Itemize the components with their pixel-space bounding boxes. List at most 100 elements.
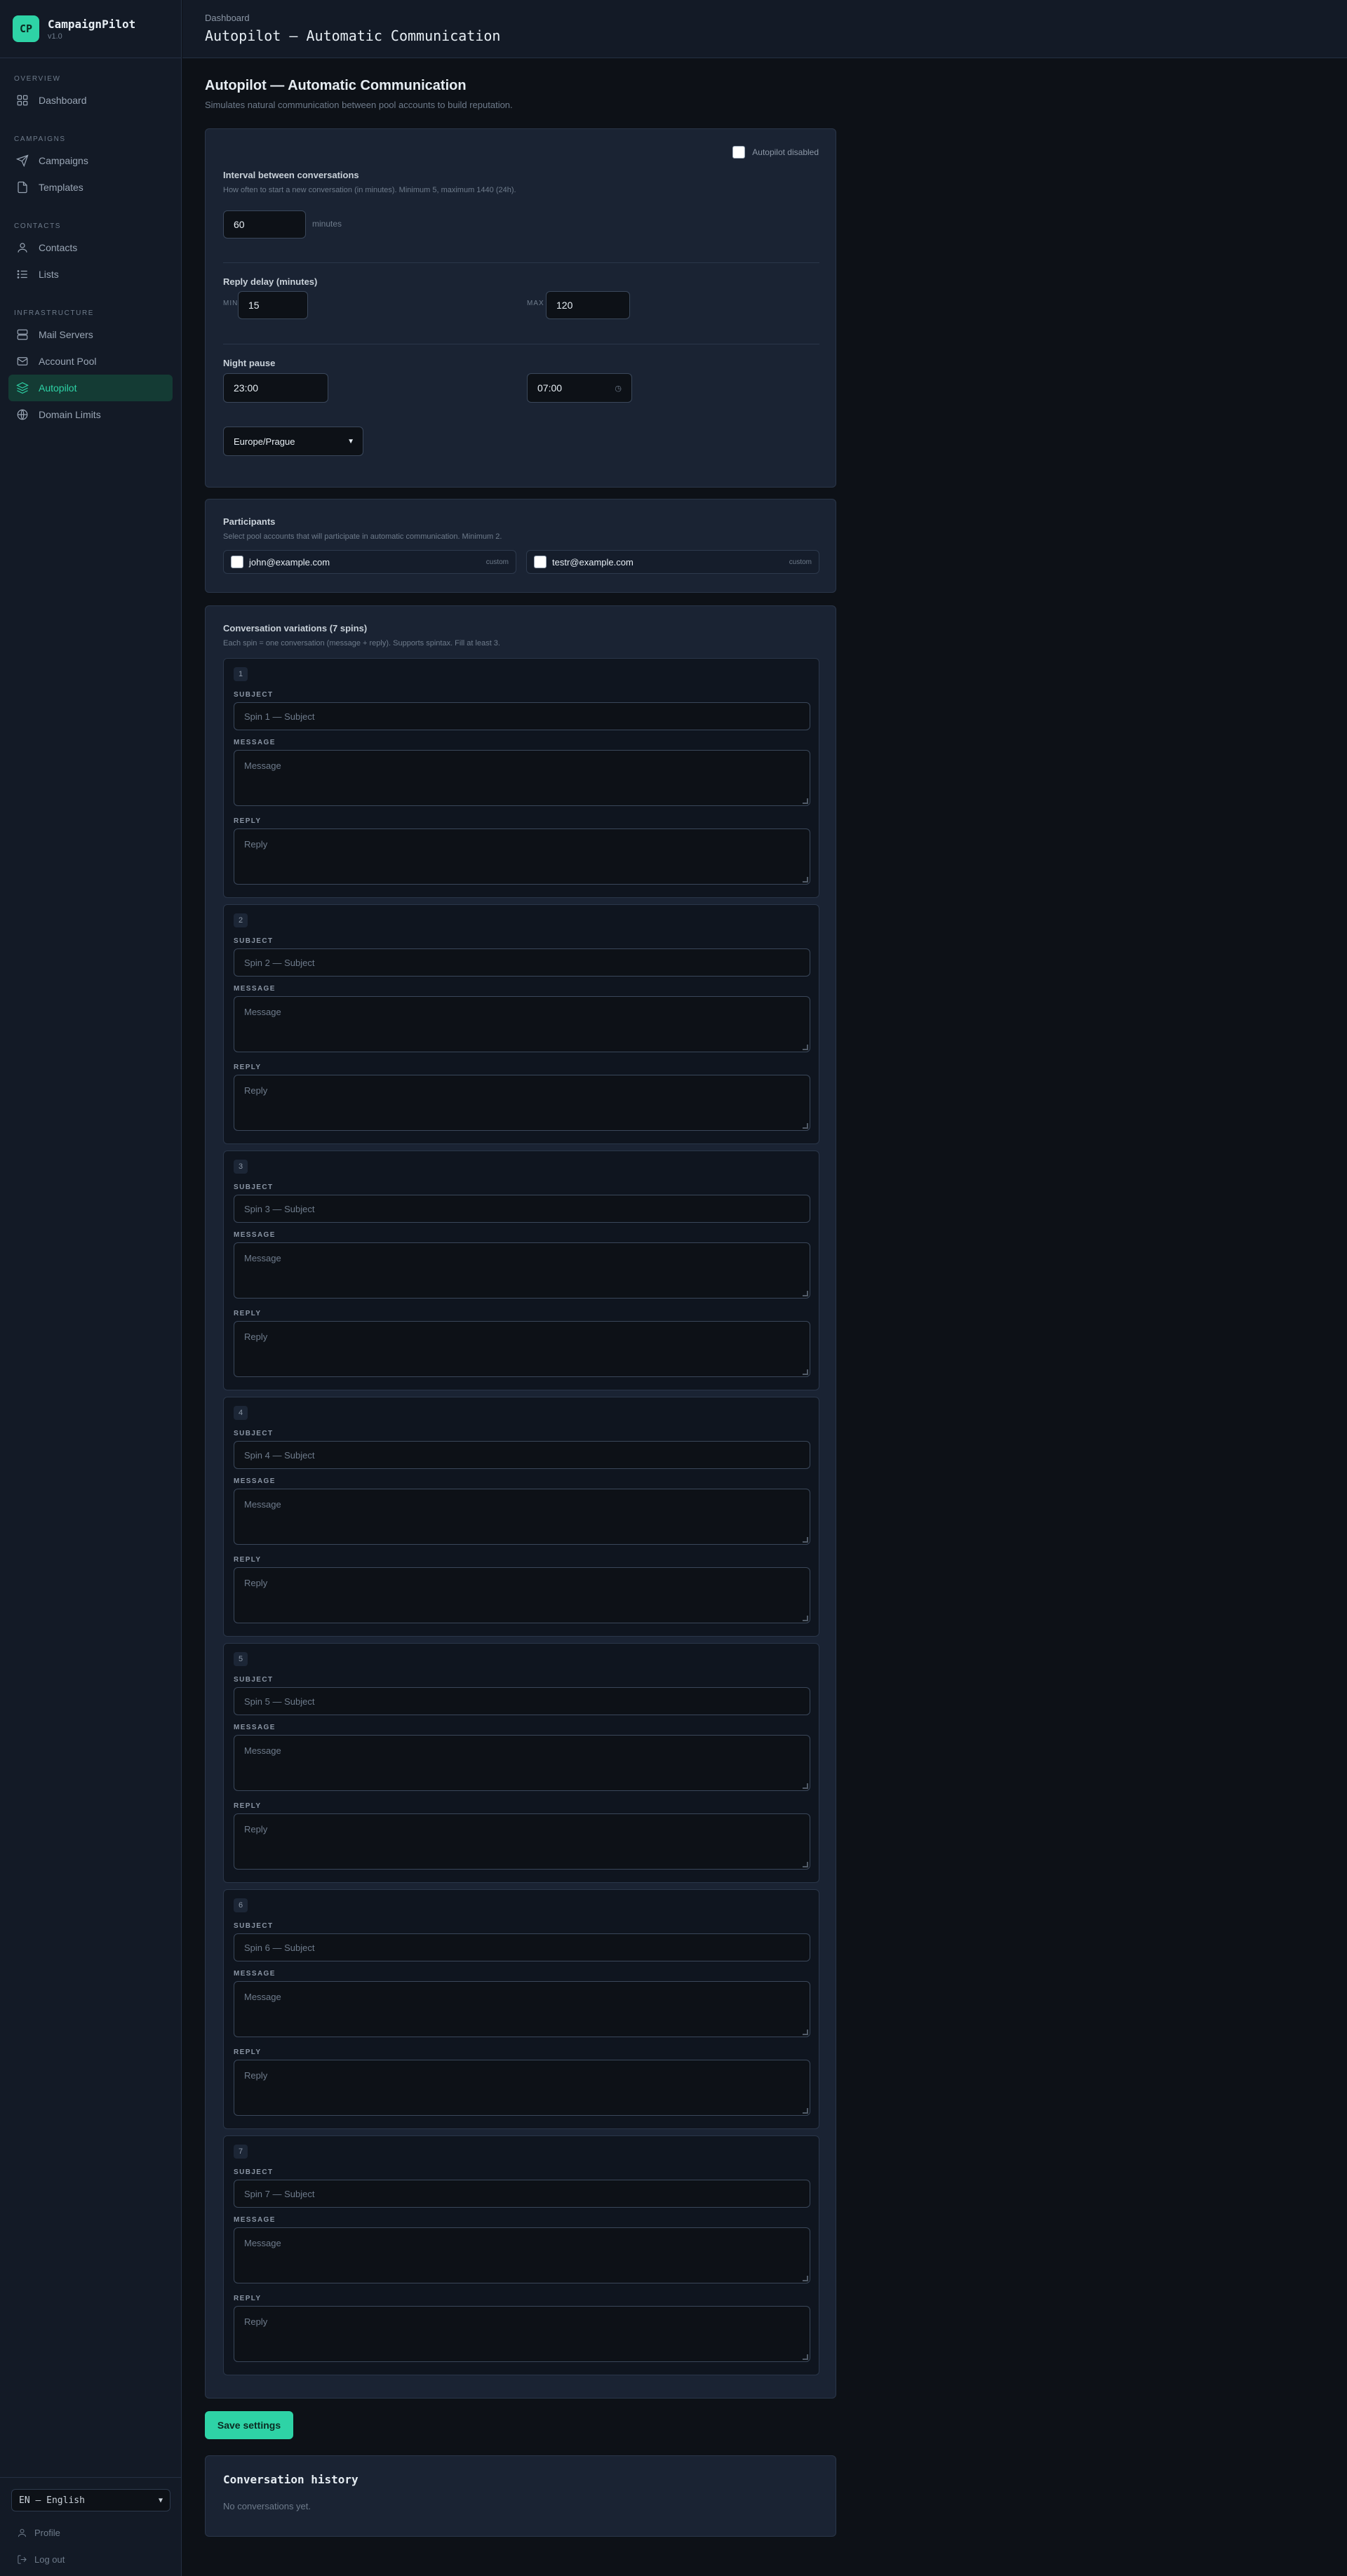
variations-label: Conversation variations (7 spins): [223, 623, 368, 633]
top-bar: Dashboard Autopilot — Automatic Communic…: [182, 0, 1347, 58]
globe-icon: [17, 409, 28, 420]
spin-number: 4: [234, 1406, 248, 1420]
user-icon: [18, 2528, 26, 2537]
resize-handle[interactable]: [803, 1045, 808, 1050]
message-label: MESSAGE: [234, 1724, 276, 1731]
sidebar-item-label: Contacts: [39, 242, 78, 253]
subject-label: SUBJECT: [234, 1183, 274, 1191]
participant-checkbox[interactable]: [534, 556, 547, 568]
resize-handle[interactable]: [803, 1783, 808, 1789]
reply-delay-min-input[interactable]: 15: [238, 291, 308, 319]
save-settings-button[interactable]: Save settings: [205, 2411, 293, 2439]
history-empty: No conversations yet.: [223, 2501, 311, 2511]
participant-row[interactable]: john@example.com custom: [223, 550, 516, 574]
subject-input[interactable]: Spin 1 — Subject: [234, 702, 810, 730]
list-icon: [17, 270, 27, 279]
message-textarea[interactable]: Message: [234, 1242, 810, 1299]
resize-handle[interactable]: [803, 877, 808, 883]
participants-hint: Select pool accounts that will participa…: [223, 532, 502, 541]
sidebar-item-label: Templates: [39, 182, 83, 193]
message-textarea[interactable]: Message: [234, 1489, 810, 1545]
participant-checkbox[interactable]: [231, 556, 243, 568]
reply-label: REPLY: [234, 2295, 262, 2302]
reply-label: REPLY: [234, 1064, 262, 1071]
reply-placeholder: Reply: [244, 2070, 268, 2081]
resize-handle[interactable]: [803, 1369, 808, 1375]
night-pause-start-input[interactable]: 23:00: [223, 373, 328, 403]
subject-input[interactable]: Spin 5 — Subject: [234, 1687, 810, 1715]
sidebar-item-account-pool[interactable]: Account Pool: [8, 348, 173, 375]
resize-handle[interactable]: [803, 2354, 808, 2360]
sidebar-item-mail-servers[interactable]: Mail Servers: [8, 321, 173, 348]
nav-section-overview: Overview: [14, 75, 61, 83]
app-version: v1.0: [48, 32, 62, 41]
message-textarea[interactable]: Message: [234, 996, 810, 1052]
timezone-select[interactable]: Europe/Prague ▼: [223, 427, 363, 456]
sidebar-item-templates[interactable]: Templates: [8, 174, 173, 201]
autopilot-checkbox[interactable]: [732, 146, 746, 159]
sidebar-item-autopilot[interactable]: Autopilot: [8, 375, 173, 401]
sidebar-item-domain-limits[interactable]: Domain Limits: [8, 401, 173, 428]
message-textarea[interactable]: Message: [234, 750, 810, 806]
resize-handle[interactable]: [803, 1862, 808, 1867]
sidebar-item-campaigns[interactable]: Campaigns: [8, 147, 173, 174]
reply-textarea[interactable]: Reply: [234, 1075, 810, 1131]
subject-label: SUBJECT: [234, 1922, 274, 1930]
subject-label: SUBJECT: [234, 2168, 274, 2176]
resize-handle[interactable]: [803, 1291, 808, 1296]
subject-input[interactable]: Spin 6 — Subject: [234, 1933, 810, 1961]
interval-input[interactable]: 60: [223, 210, 306, 239]
participant-tag: custom: [789, 558, 812, 566]
resize-handle[interactable]: [803, 1537, 808, 1543]
message-textarea[interactable]: Message: [234, 1735, 810, 1791]
sidebar-item-dashboard[interactable]: Dashboard: [8, 87, 173, 114]
sidebar: CP CampaignPilot v1.0 Overview Dashboard…: [0, 0, 182, 2576]
reply-textarea[interactable]: Reply: [234, 1321, 810, 1377]
reply-placeholder: Reply: [244, 1824, 268, 1834]
sidebar-item-label: Domain Limits: [39, 409, 101, 420]
resize-handle[interactable]: [803, 2030, 808, 2035]
subject-input[interactable]: Spin 2 — Subject: [234, 948, 810, 977]
night-pause-end-input[interactable]: 07:00 ◷: [527, 373, 632, 403]
reply-delay-max-input[interactable]: 120: [546, 291, 630, 319]
subject-input[interactable]: Spin 3 — Subject: [234, 1195, 810, 1223]
reply-textarea[interactable]: Reply: [234, 829, 810, 885]
participant-row[interactable]: testr@example.com custom: [526, 550, 819, 574]
participant-tag: custom: [485, 558, 509, 566]
profile-link[interactable]: Profile: [11, 2521, 170, 2544]
variations-card: Conversation variations (7 spins) Each s…: [205, 605, 836, 2399]
spin-card: 4 SUBJECT Spin 4 — Subject MESSAGE Message RE…: [223, 1397, 819, 1637]
subject-input[interactable]: Spin 4 — Subject: [234, 1441, 810, 1469]
file-icon: [18, 181, 27, 194]
message-label: MESSAGE: [234, 739, 276, 746]
clock-icon: ◷: [615, 384, 622, 393]
timezone-value: Europe/Prague: [234, 436, 295, 447]
max-label: MAX: [527, 300, 544, 307]
reply-textarea[interactable]: Reply: [234, 1813, 810, 1870]
reply-textarea[interactable]: Reply: [234, 2060, 810, 2116]
resize-handle[interactable]: [803, 2108, 808, 2114]
resize-handle[interactable]: [803, 1616, 808, 1621]
sidebar-item-contacts[interactable]: Contacts: [8, 234, 173, 261]
language-select[interactable]: EN — English ▼: [11, 2489, 170, 2511]
participants-label: Participants: [223, 516, 276, 527]
message-textarea[interactable]: Message: [234, 2227, 810, 2283]
resize-handle[interactable]: [803, 798, 808, 804]
resize-handle[interactable]: [803, 1123, 808, 1129]
autopilot-toggle[interactable]: Autopilot disabled: [732, 146, 819, 159]
subject-input[interactable]: Spin 7 — Subject: [234, 2180, 810, 2208]
reply-textarea[interactable]: Reply: [234, 1567, 810, 1623]
message-textarea[interactable]: Message: [234, 1981, 810, 2037]
message-label: MESSAGE: [234, 2216, 276, 2224]
night-pause-end-value: 07:00: [537, 382, 563, 394]
reply-textarea[interactable]: Reply: [234, 2306, 810, 2362]
reply-placeholder: Reply: [244, 1578, 268, 1588]
logout-link[interactable]: Log out: [11, 2548, 170, 2570]
reply-label: REPLY: [234, 817, 262, 825]
resize-handle[interactable]: [803, 2276, 808, 2281]
chevron-down-icon: ▼: [158, 2496, 163, 2504]
autopilot-settings-card: Autopilot disabled Interval between conv…: [205, 128, 836, 488]
reply-label: REPLY: [234, 1802, 262, 1810]
breadcrumb[interactable]: Dashboard: [205, 13, 1325, 23]
sidebar-item-lists[interactable]: Lists: [8, 261, 173, 288]
